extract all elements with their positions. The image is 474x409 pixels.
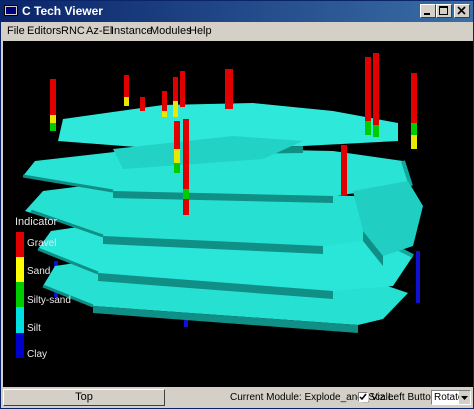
app-icon xyxy=(4,5,18,16)
well-bore xyxy=(365,57,371,135)
menu-help[interactable]: Help xyxy=(189,24,212,38)
current-module-text: Current Module: Explode_and_Scale xyxy=(230,392,394,403)
3d-viewport[interactable]: Indicator Gravel Sand Silty-sand Silt Cl… xyxy=(3,41,473,387)
well-bore xyxy=(50,79,56,131)
legend-color-bar xyxy=(16,232,24,358)
menu-file[interactable]: File xyxy=(7,24,25,38)
legend-swatch-clay xyxy=(16,333,24,358)
legend-label-silty-sand: Silty-sand xyxy=(27,295,71,306)
well-bore xyxy=(183,119,189,215)
viz-checkbox[interactable] xyxy=(358,392,368,402)
top-view-button[interactable]: Top xyxy=(3,389,165,406)
menu-editors[interactable]: Editors xyxy=(27,24,61,38)
window-title: C Tech Viewer xyxy=(22,4,103,18)
legend-label-silt: Silt xyxy=(27,323,41,334)
legend-swatch-gravel xyxy=(16,232,24,257)
well-bore xyxy=(225,69,233,109)
close-button[interactable] xyxy=(454,4,470,18)
menu-modules[interactable]: Modules xyxy=(150,24,192,38)
well-bore xyxy=(373,53,379,137)
well-bore xyxy=(162,91,167,117)
well-bore xyxy=(341,145,347,195)
well-bore xyxy=(173,77,178,117)
menu-bar: File Editors RNC Az-El Instance Modules … xyxy=(1,22,473,40)
left-button-mode-select[interactable]: Rotate xyxy=(431,390,471,405)
legend-swatch-silt xyxy=(16,307,24,333)
well-bore xyxy=(124,75,129,106)
legend-label-sand: Sand xyxy=(27,266,51,277)
legend-title: Indicator xyxy=(15,216,58,228)
checkmark-icon xyxy=(359,393,367,401)
maximize-button[interactable] xyxy=(436,4,452,18)
well-bore xyxy=(174,121,180,173)
legend-label-gravel: Gravel xyxy=(27,238,57,249)
close-icon xyxy=(457,6,466,15)
legend: Indicator Gravel Sand Silty-sand Silt Cl… xyxy=(15,216,95,366)
well-bore xyxy=(180,71,185,107)
minimize-button[interactable] xyxy=(420,4,436,18)
status-bar: Top Current Module: Explode_and_Scale Vi… xyxy=(1,388,473,408)
menu-rnc[interactable]: RNC xyxy=(61,24,85,38)
legend-swatch-sand xyxy=(16,257,24,282)
well-bore xyxy=(411,73,417,149)
menu-instance[interactable]: Instance xyxy=(111,24,153,38)
chevron-down-icon[interactable] xyxy=(459,391,470,404)
legend-label-clay: Clay xyxy=(27,349,48,360)
minimize-icon xyxy=(424,13,430,15)
viz-label: Viz xyxy=(371,392,385,403)
menu-az-el[interactable]: Az-El xyxy=(86,24,112,38)
well-bore xyxy=(416,251,420,303)
maximize-icon xyxy=(439,6,448,15)
left-button-label: Left Button xyxy=(388,392,437,403)
title-bar[interactable]: C Tech Viewer xyxy=(1,1,473,22)
legend-swatch-silty-sand xyxy=(16,282,24,307)
well-bore xyxy=(140,97,145,111)
app-window: C Tech Viewer File Editors RNC Az-El Ins… xyxy=(0,0,474,409)
